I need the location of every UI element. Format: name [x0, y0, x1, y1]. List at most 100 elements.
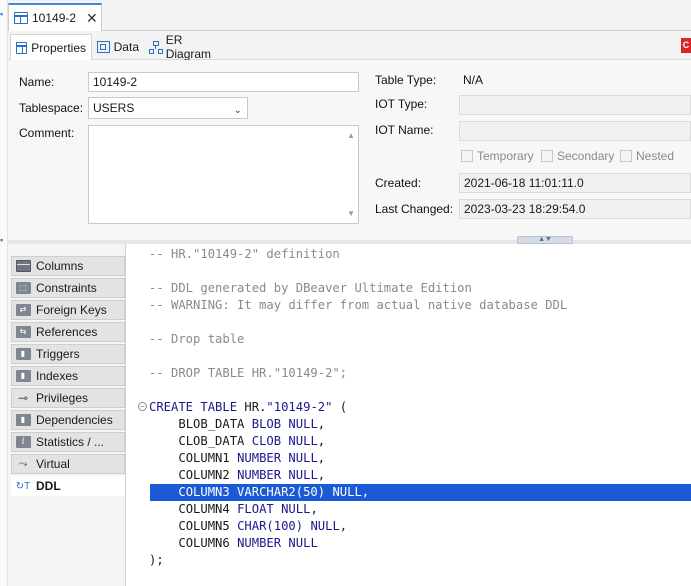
tab-label: Properties — [31, 40, 86, 55]
code-keyword: NULL — [281, 536, 318, 550]
code-text: COLUMN2 — [178, 468, 238, 482]
er-diagram-icon — [149, 40, 163, 54]
selected-text: COLUMN3 VARCHAR2(50) NULL, — [178, 485, 370, 499]
tablespace-value: USERS — [93, 101, 135, 115]
indexes-icon: ▮ — [15, 370, 31, 383]
code-line: COLUMN1 NUMBER NULL, — [149, 450, 325, 467]
code-line: COLUMN2 NUMBER NULL, — [149, 467, 325, 484]
dependencies-icon: ▮ — [15, 414, 31, 427]
nested-checkbox[interactable]: Nested — [620, 149, 674, 163]
section-virtual[interactable]: ⤳ Virtual — [11, 454, 125, 474]
code-text: COLUMN4 — [178, 502, 238, 516]
virtual-icon: ⤳ — [18, 457, 28, 470]
info-icon: i — [15, 436, 31, 449]
foreign-keys-icon: ⇄ — [15, 304, 31, 317]
tab-properties[interactable]: Properties — [10, 34, 92, 60]
code-text: COLUMN1 — [178, 451, 238, 465]
checkbox-box — [461, 150, 473, 162]
section-statistics[interactable]: i Statistics / ... — [11, 432, 125, 452]
code-line: -- HR."10149-2" definition — [149, 247, 340, 261]
section-triggers[interactable]: ▮ Triggers — [11, 344, 125, 364]
columns-icon — [15, 260, 31, 273]
code-line: CLOB_DATA CLOB NULL, — [149, 433, 325, 450]
section-constraints[interactable]: ⬚ Constraints — [11, 278, 125, 298]
code-line: -- DDL generated by DBeaver Ultimate Edi… — [149, 281, 472, 295]
code-keyword: NULL — [281, 434, 318, 448]
fold-toggle-icon[interactable]: − — [138, 402, 147, 411]
iot-name-label: IOT Name: — [375, 123, 434, 137]
code-line: -- Drop table — [149, 332, 245, 346]
code-line: COLUMN4 FLOAT NULL, — [149, 501, 318, 518]
scroll-down-icon[interactable]: ▼ — [347, 209, 355, 218]
secondary-checkbox[interactable]: Secondary — [541, 149, 614, 163]
section-privileges[interactable]: ⊸ Privileges — [11, 388, 125, 408]
name-field[interactable]: 10149-2 — [88, 72, 359, 92]
temporary-checkbox[interactable]: Temporary — [461, 149, 534, 163]
editor-subtabs: Properties Data ER Diagram C — [8, 31, 691, 61]
code-keyword: NULL — [273, 502, 311, 516]
tablespace-label: Tablespace: — [19, 101, 84, 115]
tablespace-select[interactable]: USERS ⌄ — [88, 97, 248, 119]
table-icon — [16, 41, 28, 54]
section-indexes[interactable]: ▮ Indexes — [11, 366, 125, 386]
gutter-marker: ▪ — [0, 9, 4, 19]
code-text: ( — [332, 400, 348, 414]
ddl-icon: ↻T — [15, 480, 31, 492]
tab-er-diagram[interactable]: ER Diagram — [144, 33, 230, 61]
section-foreign-keys[interactable]: ⇄ Foreign Keys — [11, 300, 125, 320]
section-references[interactable]: ⇆ References — [11, 322, 125, 342]
tab-label: ER Diagram — [165, 33, 212, 61]
code-keyword: FLOAT — [237, 502, 274, 516]
table-type-label: Table Type: — [375, 73, 437, 87]
editor-tab-bar: 10149-2 ✕ — [8, 0, 691, 31]
iot-type-field — [459, 95, 691, 115]
section-columns[interactable]: Columns — [11, 256, 125, 276]
section-ddl[interactable]: ↻T DDL — [11, 476, 125, 496]
code-text: COLUMN6 — [178, 536, 238, 550]
section-label: Triggers — [36, 347, 80, 361]
editor-tab-10149-2[interactable]: 10149-2 ✕ — [8, 3, 102, 31]
section-label: Columns — [36, 259, 84, 273]
name-label: Name: — [19, 75, 55, 89]
code-line: -- WARNING: It may differ from actual na… — [149, 298, 568, 312]
iot-type-label: IOT Type: — [375, 97, 428, 111]
key-icon: ⊸ — [17, 391, 29, 405]
constraints-icon: ⬚ — [15, 282, 31, 295]
code-line: -- DROP TABLE HR."10149-2"; — [149, 366, 348, 380]
scroll-up-icon[interactable]: ▲ — [347, 131, 355, 140]
collapse-panel-icon[interactable]: ▲▼ — [517, 236, 573, 244]
section-label: DDL — [36, 479, 61, 493]
code-line-create: CREATE TABLE HR."10149-2" ( — [149, 399, 347, 416]
created-label: Created: — [375, 176, 422, 190]
comment-textarea[interactable]: ▲ ▼ — [88, 125, 359, 224]
secondary-label: Secondary — [557, 149, 615, 163]
code-keyword: NUMBER — [237, 468, 282, 482]
tab-data[interactable]: Data — [92, 34, 144, 60]
tab-label: Data — [113, 40, 139, 54]
left-gutter — [0, 0, 8, 586]
iot-name-field — [459, 121, 691, 141]
section-label: Constraints — [36, 281, 97, 295]
references-icon: ⇆ — [15, 326, 31, 339]
section-label: References — [36, 325, 98, 339]
section-label: Virtual — [36, 457, 70, 471]
code-text: , — [317, 468, 326, 482]
code-line: ); — [149, 553, 164, 567]
code-text: , — [310, 502, 318, 516]
last-changed-label: Last Changed: — [375, 202, 454, 216]
code-keyword: NULL — [281, 468, 318, 482]
section-dependencies[interactable]: ▮ Dependencies — [11, 410, 125, 430]
database-badge-icon[interactable]: C — [681, 38, 691, 53]
code-line: COLUMN5 CHAR(100) NULL, — [149, 518, 347, 535]
code-text: CLOB_DATA — [178, 434, 252, 448]
ddl-editor[interactable]: -- HR."10149-2" definition -- DDL genera… — [127, 244, 691, 586]
code-keyword: NUMBER — [237, 536, 282, 550]
nested-label: Nested — [636, 149, 675, 163]
comment-label: Comment: — [19, 126, 75, 140]
code-line-selected: COLUMN3 VARCHAR2(50) NULL, — [149, 484, 370, 501]
created-field: 2021-06-18 11:01:11.0 — [459, 173, 691, 193]
gutter-marker: ▪ — [0, 235, 4, 245]
close-icon[interactable]: ✕ — [86, 11, 98, 25]
code-text: , — [339, 519, 348, 533]
code-text: , — [317, 417, 326, 431]
